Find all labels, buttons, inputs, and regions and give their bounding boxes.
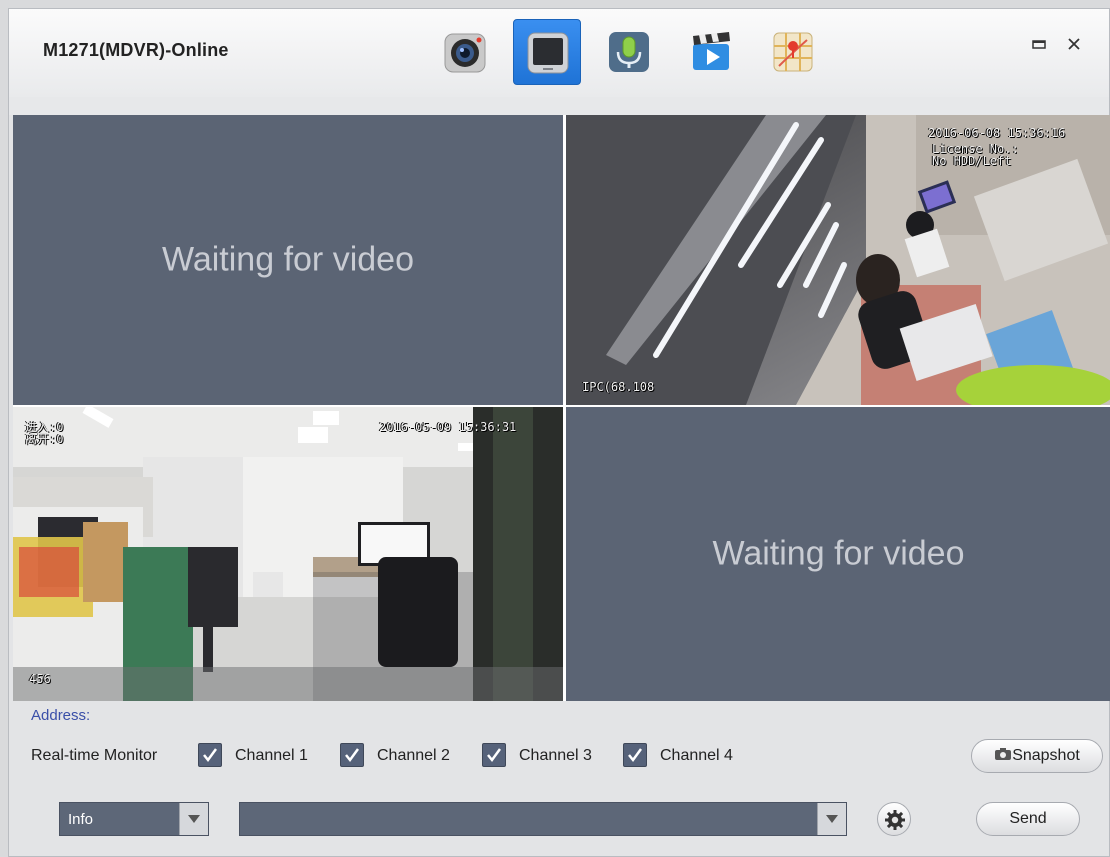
channel-1-label: Channel 1 bbox=[235, 747, 308, 764]
address-label: Address: bbox=[31, 707, 91, 724]
title-bar: M1271(MDVR)-Online bbox=[9, 9, 1109, 98]
camera-name-overlay: IPC(68.108 bbox=[582, 380, 655, 394]
channel-2-label: Channel 2 bbox=[377, 747, 450, 764]
video-grid: Waiting for video 2016-06-08 15:36:16 Li… bbox=[13, 115, 1110, 701]
checkmark-icon bbox=[487, 748, 502, 763]
hdd-overlay: No HDD/Left bbox=[932, 154, 1012, 168]
intercom-button[interactable] bbox=[595, 19, 663, 85]
camera-icon bbox=[995, 748, 1012, 760]
control-panel: Address: Real-time Monitor Channel 1 Cha… bbox=[13, 703, 1110, 854]
channel-3-checkbox[interactable] bbox=[482, 743, 506, 767]
snapshot-button[interactable]: Snapshot bbox=[971, 739, 1103, 773]
realtime-monitor-label: Real-time Monitor bbox=[31, 747, 158, 764]
timestamp-overlay: 2016-06-08 15:36:16 bbox=[928, 126, 1066, 140]
video-tile-channel-1[interactable]: Waiting for video bbox=[13, 115, 563, 405]
camera-icon bbox=[444, 33, 486, 73]
window-title: M1271(MDVR)-Online bbox=[43, 40, 229, 60]
clapperboard-icon bbox=[693, 32, 730, 70]
waiting-message: Waiting for video bbox=[162, 240, 414, 279]
video-feed-channel-2 bbox=[566, 115, 1110, 405]
counter-out-overlay: 离开:0 bbox=[25, 432, 64, 446]
checkmark-icon bbox=[203, 748, 218, 763]
map-button[interactable] bbox=[759, 19, 827, 85]
camera-snapshot-button[interactable] bbox=[431, 19, 499, 85]
chevron-down-icon[interactable] bbox=[179, 803, 208, 835]
info-type-value: Info bbox=[68, 811, 94, 828]
snapshot-label: Snapshot bbox=[1012, 747, 1080, 764]
video-tile-channel-4[interactable]: Waiting for video bbox=[566, 407, 1110, 701]
message-select[interactable] bbox=[239, 802, 847, 836]
settings-button[interactable] bbox=[877, 802, 911, 836]
info-type-select[interactable]: Info bbox=[59, 802, 209, 836]
camera-name-overlay: 456 bbox=[29, 672, 51, 686]
channel-2-checkbox[interactable] bbox=[340, 743, 364, 767]
channel-1-checkbox[interactable] bbox=[198, 743, 222, 767]
timestamp-overlay: 2016-05-09 15:36:31 bbox=[379, 420, 517, 434]
channel-4-label: Channel 4 bbox=[660, 747, 733, 764]
playback-button[interactable] bbox=[677, 19, 745, 85]
video-tile-channel-2[interactable]: 2016-06-08 15:36:16 License No.: No HDD/… bbox=[566, 115, 1110, 405]
monitor-icon bbox=[527, 32, 569, 74]
dvr-window: M1271(MDVR)-Online Waiting for video 201… bbox=[8, 8, 1110, 857]
video-tile-channel-3[interactable]: 进入:0 离开:0 2016-05-09 15:36:31 456 bbox=[13, 407, 563, 701]
waiting-message: Waiting for video bbox=[712, 534, 965, 573]
minimize-icon[interactable] bbox=[1032, 35, 1046, 56]
channel-3-label: Channel 3 bbox=[519, 747, 592, 764]
video-feed-channel-3 bbox=[13, 407, 563, 701]
close-icon[interactable] bbox=[1067, 35, 1081, 56]
send-button[interactable]: Send bbox=[976, 802, 1080, 836]
chevron-down-icon[interactable] bbox=[817, 803, 846, 835]
channel-4-checkbox[interactable] bbox=[623, 743, 647, 767]
video-monitor-button[interactable] bbox=[513, 19, 581, 85]
map-icon bbox=[773, 32, 813, 72]
checkmark-icon bbox=[345, 748, 360, 763]
header-spacer bbox=[9, 97, 1109, 115]
gear-icon bbox=[885, 810, 905, 830]
checkmark-icon bbox=[628, 748, 643, 763]
microphone-icon bbox=[609, 32, 649, 72]
